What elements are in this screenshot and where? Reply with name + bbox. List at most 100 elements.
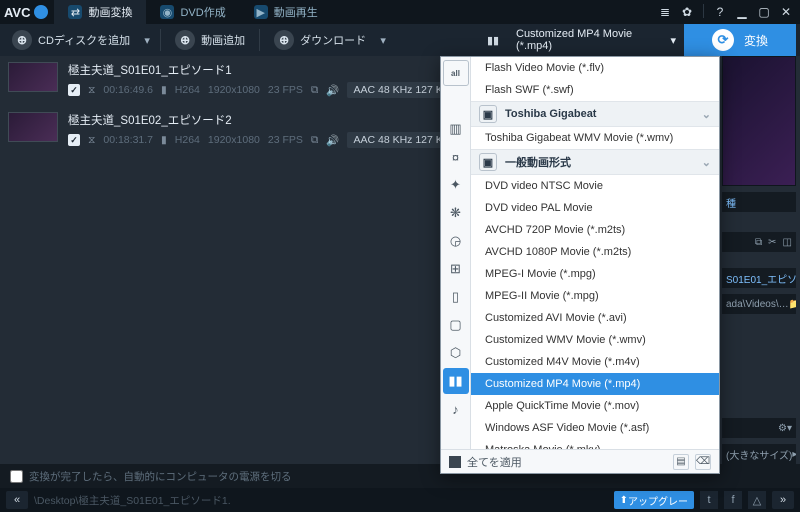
cat-phone-icon[interactable]: ▯ — [443, 284, 469, 310]
upgrade-button[interactable]: ⬆ アップグレー — [614, 491, 694, 509]
expand-icon[interactable] — [792, 449, 796, 460]
cat-audio-icon[interactable]: ♪ — [443, 396, 469, 422]
format-list[interactable]: Flash Video Movie (*.flv)Flash SWF (*.sw… — [471, 57, 719, 449]
format-option[interactable]: Apple QuickTime Movie (*.mov) — [471, 395, 719, 417]
fps-label: 23 FPS — [268, 134, 303, 146]
file-row[interactable]: S01E01_エピソー… — [722, 268, 796, 288]
format-dropdown-panel: all ▥ ¤ ✦ ❋ ◶ ⊞ ▯ ▢ ⬡ ▮▮ ♪ Flash Video M… — [440, 56, 720, 474]
output-profile-select[interactable]: Customized MP4 Movie (*.mp4) — [508, 24, 684, 56]
format-option[interactable]: MPEG-II Movie (*.mpg) — [471, 285, 719, 307]
settings-icon[interactable]: ✿ — [679, 4, 695, 20]
cat-robot-icon[interactable]: ¤ — [443, 144, 469, 170]
copy-icon[interactable]: ⧉ — [755, 237, 762, 248]
tab-video-convert[interactable]: ⇄ 動画変換 — [54, 0, 146, 24]
check-icon[interactable]: ✓ — [68, 134, 80, 146]
format-option[interactable]: Customized AVI Movie (*.avi) — [471, 307, 719, 329]
cat-apple-icon[interactable] — [443, 88, 469, 114]
delete-preset-icon[interactable]: ⌫ — [695, 454, 711, 470]
clock-icon: ⧖ — [88, 84, 95, 97]
up-arrow-icon: ⬆ — [620, 495, 628, 506]
cat-lg-icon[interactable]: ◶ — [443, 228, 469, 254]
group-label: Toshiba Gigabeat — [505, 108, 596, 120]
settings-dropdown[interactable] — [787, 423, 792, 434]
cat-playstation-icon[interactable]: ✦ — [443, 172, 469, 198]
cat-video-icon[interactable]: ▮▮ — [443, 368, 469, 394]
apply-all-label[interactable]: 全てを適用 — [467, 454, 522, 470]
film-icon: ▮ — [161, 84, 167, 96]
link-icon[interactable]: ⧉ — [311, 134, 319, 147]
size-row[interactable]: (大きなサイズ) — [722, 444, 796, 464]
menu-icon[interactable]: ≣ — [657, 4, 673, 20]
format-option[interactable]: Customized MP4 Movie (*.mp4) — [471, 373, 719, 395]
folder-icon[interactable]: 📁 — [789, 299, 796, 310]
facebook-icon[interactable]: f — [724, 491, 742, 509]
preview-size-label: 種 — [722, 192, 796, 212]
tab-playback[interactable]: ▶ 動画再生 — [240, 0, 332, 24]
video-thumbnail[interactable] — [8, 112, 58, 142]
cut-icon[interactable]: ✂ — [768, 237, 776, 248]
output-path[interactable]: \Desktop\極主夫道_S01E01_エピソード1. — [34, 493, 608, 508]
format-option[interactable]: DVD video NTSC Movie — [471, 175, 719, 197]
cat-html5-icon[interactable]: ⬡ — [443, 340, 469, 366]
format-option[interactable]: AVCHD 720P Movie (*.m2ts) — [471, 219, 719, 241]
format-option[interactable]: DVD video PAL Movie — [471, 197, 719, 219]
format-group-header[interactable]: ▣Toshiba Gigabeat⌄ — [471, 101, 719, 127]
path-row[interactable]: ada\Videos\…📁 — [722, 294, 796, 314]
save-preset-icon[interactable]: ▤ — [673, 454, 689, 470]
group-label: 一般動画形式 — [505, 154, 571, 170]
add-cd-dropdown[interactable] — [140, 34, 154, 47]
download-label: ダウンロード — [300, 32, 366, 48]
cat-huawei-icon[interactable]: ❋ — [443, 200, 469, 226]
format-option[interactable]: Matroska Movie (*.mkv) — [471, 439, 719, 449]
add-video-label: 動画追加 — [201, 32, 245, 48]
shutdown-checkbox[interactable] — [10, 470, 23, 483]
close-icon[interactable]: ✕ — [778, 4, 794, 20]
cat-android-icon[interactable]: ▥ — [443, 116, 469, 142]
cat-tv-icon[interactable]: ▢ — [443, 312, 469, 338]
tab-label: DVD作成 — [180, 4, 225, 20]
minimize-icon[interactable]: ▁ — [734, 4, 750, 20]
video-plus-icon: ⊕ — [175, 30, 195, 50]
play-icon: ▶ — [254, 5, 268, 19]
format-option[interactable]: MPEG-I Movie (*.mpg) — [471, 263, 719, 285]
help-icon[interactable]: ? — [712, 4, 728, 20]
prev-button[interactable]: « — [6, 491, 28, 509]
preview-area[interactable] — [722, 56, 796, 186]
convert-button[interactable]: ⟳ 変換 — [684, 24, 796, 56]
refresh-icon: ⟳ — [712, 29, 734, 51]
film-icon: ▮ — [161, 134, 167, 146]
check-icon[interactable]: ✓ — [68, 84, 80, 96]
add-cd-button[interactable]: ⊕ CDディスクを追加 — [4, 28, 138, 52]
format-option[interactable]: Customized WMV Movie (*.wmv) — [471, 329, 719, 351]
format-option[interactable]: Flash SWF (*.swf) — [471, 79, 719, 101]
share-icon[interactable]: △ — [748, 491, 766, 509]
cd-plus-icon: ⊕ — [12, 30, 32, 50]
profile-film-icon[interactable]: ▮▮ — [478, 24, 508, 56]
shutdown-label: 変換が完了したら、自動的にコンピュータの電源を切る — [29, 469, 292, 484]
speaker-icon: 🔊 — [326, 134, 339, 147]
next-button[interactable]: » — [772, 491, 794, 509]
tab-dvd-create[interactable]: ◉ DVD作成 — [146, 0, 239, 24]
settings-cog-icon[interactable]: ⚙ — [778, 423, 787, 434]
download-dropdown[interactable] — [376, 34, 390, 47]
twitter-icon[interactable]: t — [700, 491, 718, 509]
format-option[interactable]: Windows ASF Video Movie (*.asf) — [471, 417, 719, 439]
maximize-icon[interactable]: ▢ — [756, 4, 772, 20]
cat-all-icon[interactable]: all — [443, 60, 469, 86]
video-thumbnail[interactable] — [8, 62, 58, 92]
link-icon[interactable]: ⧉ — [311, 84, 319, 97]
right-panel: 種 ⧉ ✂ ◫ S01E01_エピソー… ada\Videos\…📁 ⚙ (大き… — [722, 56, 796, 464]
format-option[interactable]: AVCHD 1080P Movie (*.m2ts) — [471, 241, 719, 263]
codec-label: H264 — [175, 84, 200, 96]
format-option[interactable]: Customized M4V Movie (*.m4v) — [471, 351, 719, 373]
clock-icon: ⧖ — [88, 134, 95, 147]
format-option[interactable]: Toshiba Gigabeat WMV Movie (*.wmv) — [471, 127, 719, 149]
cat-windows-icon[interactable]: ⊞ — [443, 256, 469, 282]
square-icon[interactable] — [449, 456, 461, 468]
format-group-header[interactable]: ▣一般動画形式⌄ — [471, 149, 719, 175]
add-video-button[interactable]: ⊕ 動画追加 — [167, 28, 253, 52]
download-button[interactable]: ⊕ ダウンロード — [266, 28, 374, 52]
chevron-down-icon: ⌄ — [702, 108, 711, 121]
format-option[interactable]: Flash Video Movie (*.flv) — [471, 57, 719, 79]
crop-icon[interactable]: ◫ — [783, 237, 792, 248]
